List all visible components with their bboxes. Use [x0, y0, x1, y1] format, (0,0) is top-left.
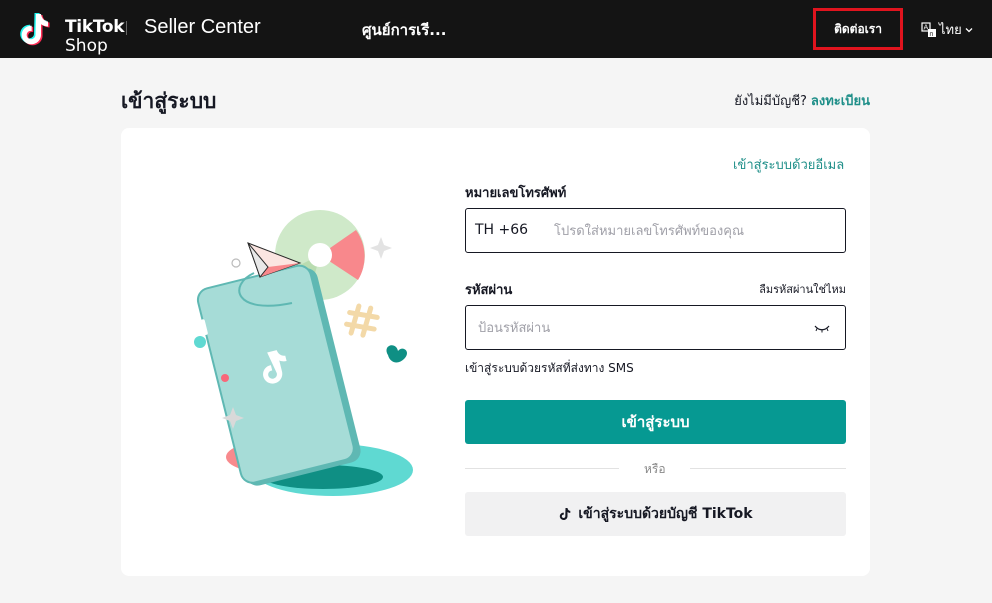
sms-login-link[interactable]: เข้าสู่ระบบด้วยรหัสที่ส่งทาง SMS [465, 359, 634, 378]
or-text: หรือ [644, 462, 666, 476]
top-navigation-bar: TikTok Shop Seller Center ศูนย์การเรี...… [0, 0, 992, 58]
svg-text:A: A [924, 23, 929, 31]
tiktok-login-label: เข้าสู่ระบบด้วยบัญชี TikTok [578, 506, 753, 522]
phone-illustration [194, 210, 413, 496]
logo-line-shop: Shop [65, 36, 108, 56]
or-divider-left [465, 468, 619, 469]
or-divider-right [690, 468, 846, 469]
no-account-text: ยังไม่มีบัญชี? [734, 94, 807, 109]
forgot-password-link[interactable]: ลืมรหัสผ่านใช่ไหม [759, 280, 846, 298]
logo-wordmark: TikTok Shop [65, 17, 125, 56]
header-divider [126, 21, 127, 35]
page-title: เข้าสู่ระบบ [121, 89, 217, 113]
phone-field: TH +66 [465, 208, 846, 253]
phone-label: หมายเลขโทรศัพท์ [465, 186, 567, 201]
tiktok-logo-icon [20, 13, 50, 46]
chevron-down-icon [965, 27, 973, 32]
eye-closed-icon[interactable] [813, 322, 831, 334]
phone-input[interactable] [554, 220, 834, 242]
email-login-link[interactable]: เข้าสู่ระบบด้วยอีเมล [733, 154, 844, 175]
signup-prompt: ยังไม่มีบัญชี? ลงทะเบียน [734, 90, 870, 111]
contact-us-button[interactable]: ติดต่อเรา [813, 8, 903, 50]
tiktok-login-button[interactable]: เข้าสู่ระบบด้วยบัญชี TikTok [465, 492, 846, 536]
country-code-selector[interactable]: TH +66 [475, 222, 528, 238]
password-field [465, 305, 846, 350]
tiktok-shop-logo[interactable]: TikTok Shop [14, 9, 125, 56]
tiktok-icon [560, 508, 571, 520]
password-label: รหัสผ่าน [465, 283, 513, 298]
svg-text:ก: ก [929, 30, 933, 38]
signup-link[interactable]: ลงทะเบียน [811, 94, 870, 109]
logo-line-tiktok: TikTok [65, 17, 125, 37]
password-input[interactable] [478, 317, 798, 339]
nav-learning-center[interactable]: ศูนย์การเรี... [362, 18, 446, 42]
login-button[interactable]: เข้าสู่ระบบ [465, 400, 846, 444]
language-switcher[interactable]: A ก ไทย [921, 19, 974, 40]
product-name[interactable]: Seller Center [144, 16, 261, 39]
language-label: ไทย [939, 23, 962, 38]
translate-icon: A ก [921, 21, 936, 38]
